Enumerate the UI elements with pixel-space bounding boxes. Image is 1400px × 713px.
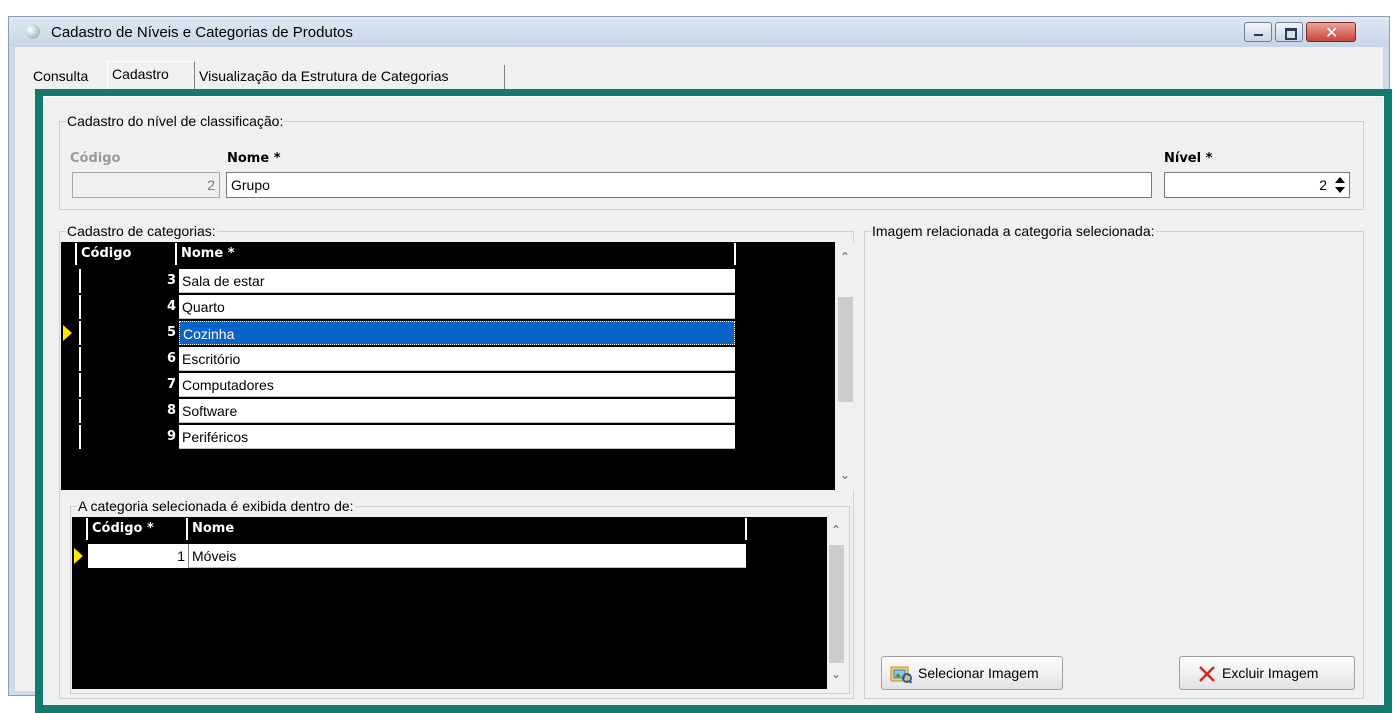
- table-row-selected[interactable]: 5 Cozinha: [61, 321, 736, 345]
- row-name[interactable]: Software: [179, 399, 735, 423]
- row-code: 7: [79, 373, 179, 397]
- delete-image-button[interactable]: Excluir Imagem: [1179, 656, 1355, 690]
- row-code: 3: [79, 269, 179, 293]
- header-separator: [734, 243, 736, 265]
- red-x-icon: [1199, 666, 1215, 682]
- header-separator: [175, 243, 177, 265]
- pai-scrollbar[interactable]: ⌃ ⌄: [827, 517, 845, 689]
- pai-group-title: A categoria selecionada é exibida dentro…: [77, 497, 355, 515]
- row-indicator-icon: [63, 325, 72, 341]
- row-code: 8: [79, 399, 179, 423]
- pai-grid[interactable]: Código * Nome 1 Móveis ⌃ ⌄: [72, 517, 845, 689]
- main-window: Cadastro de Níveis e Categorias de Produ…: [8, 16, 1392, 713]
- scroll-thumb[interactable]: [838, 297, 853, 402]
- row-code: 6: [79, 347, 179, 371]
- title-bar[interactable]: Cadastro de Níveis e Categorias de Produ…: [9, 17, 1389, 47]
- tab-visualizacao[interactable]: Visualização da Estrutura de Categorias: [195, 65, 505, 89]
- nome-label: Nome *: [227, 151, 281, 166]
- select-image-label: Selecionar Imagem: [918, 665, 1039, 681]
- categorias-group: Cadastro de categorias: Código Nome * 3 …: [59, 222, 854, 699]
- nivel-value: 2: [1319, 177, 1327, 193]
- select-image-button[interactable]: Selecionar Imagem: [881, 656, 1063, 690]
- row-name[interactable]: Quarto: [179, 295, 735, 319]
- scroll-up-icon[interactable]: ⌃: [827, 523, 845, 537]
- minimize-button[interactable]: [1244, 22, 1272, 42]
- table-row[interactable]: 8 Software: [61, 399, 736, 423]
- categorias-grid[interactable]: Código Nome * 3 Sala de estar 4 Quarto 5…: [61, 242, 854, 490]
- window-client: Consulta Cadastro Visualização da Estrut…: [15, 47, 1392, 713]
- spin-down-icon[interactable]: [1335, 187, 1345, 193]
- row-name[interactable]: Cozinha: [179, 321, 735, 345]
- tab-page-content: Cadastro do nível de classificação: Códi…: [43, 96, 1384, 705]
- row-code: 1: [88, 544, 188, 568]
- row-name[interactable]: Escritório: [179, 347, 735, 371]
- pai-group: A categoria selecionada é exibida dentro…: [70, 497, 850, 694]
- row-name[interactable]: Computadores: [179, 373, 735, 397]
- window-title: Cadastro de Níveis e Categorias de Produ…: [51, 24, 353, 41]
- header-separator: [186, 518, 188, 540]
- row-name[interactable]: Sala de estar: [179, 269, 735, 293]
- nivel-stepper[interactable]: 2: [1164, 172, 1350, 198]
- tab-page-frame: Cadastro do nível de classificação: Códi…: [35, 89, 1392, 713]
- pai-grid-header: Código * Nome: [72, 517, 747, 541]
- header-separator: [86, 518, 88, 540]
- header-separator: [745, 518, 747, 540]
- table-row[interactable]: 7 Computadores: [61, 373, 736, 397]
- table-row[interactable]: 6 Escritório: [61, 347, 736, 371]
- table-row-selected[interactable]: 1 Móveis: [72, 544, 747, 568]
- scroll-thumb[interactable]: [829, 545, 844, 663]
- close-icon: ✕: [1325, 23, 1339, 42]
- table-row[interactable]: 3 Sala de estar: [61, 269, 736, 293]
- col-nome-header[interactable]: Nome *: [181, 242, 235, 266]
- categorias-grid-header: Código Nome *: [61, 242, 736, 266]
- scroll-up-icon[interactable]: ⌃: [836, 250, 854, 264]
- nivel-group-title: Cadastro do nível de classificação:: [66, 112, 285, 130]
- scroll-down-icon[interactable]: ⌄: [836, 468, 854, 482]
- row-name[interactable]: Móveis: [188, 544, 746, 568]
- close-button[interactable]: ✕: [1306, 22, 1356, 42]
- minimize-icon: [1254, 34, 1263, 36]
- col-codigo-header[interactable]: Código *: [92, 517, 154, 541]
- row-code: 4: [79, 295, 179, 319]
- col-codigo-header[interactable]: Código: [81, 242, 131, 266]
- row-code: 9: [79, 425, 179, 449]
- row-indicator-icon: [74, 548, 83, 564]
- image-preview-area: [869, 244, 1359, 624]
- maximize-icon: [1285, 28, 1297, 40]
- scroll-down-icon[interactable]: ⌄: [827, 667, 845, 681]
- nivel-label: Nível *: [1164, 151, 1213, 166]
- spin-buttons[interactable]: [1333, 175, 1347, 195]
- app-icon: [25, 24, 40, 39]
- row-code: 5: [79, 321, 179, 345]
- table-row[interactable]: 9 Periféricos: [61, 425, 736, 449]
- tab-consulta[interactable]: Consulta: [29, 65, 107, 89]
- delete-image-label: Excluir Imagem: [1222, 665, 1319, 681]
- categorias-scrollbar[interactable]: ⌃ ⌄: [836, 242, 854, 490]
- header-separator: [75, 243, 77, 265]
- codigo-field: 2: [72, 172, 220, 198]
- categorias-group-title: Cadastro de categorias:: [66, 222, 217, 240]
- col-nome-header[interactable]: Nome: [192, 517, 234, 541]
- imagem-group-title: Imagem relacionada a categoria seleciona…: [871, 222, 1156, 240]
- nivel-group: Cadastro do nível de classificação: Códi…: [59, 112, 1364, 210]
- image-folder-icon: [890, 666, 912, 684]
- nome-input[interactable]: Grupo: [226, 172, 1152, 198]
- codigo-label: Código: [70, 151, 121, 166]
- tab-cadastro[interactable]: Cadastro: [107, 61, 195, 89]
- table-row[interactable]: 4 Quarto: [61, 295, 736, 319]
- maximize-button[interactable]: [1275, 22, 1303, 42]
- spin-up-icon[interactable]: [1335, 177, 1345, 183]
- imagem-group: Imagem relacionada a categoria seleciona…: [864, 222, 1364, 699]
- row-name[interactable]: Periféricos: [179, 425, 735, 449]
